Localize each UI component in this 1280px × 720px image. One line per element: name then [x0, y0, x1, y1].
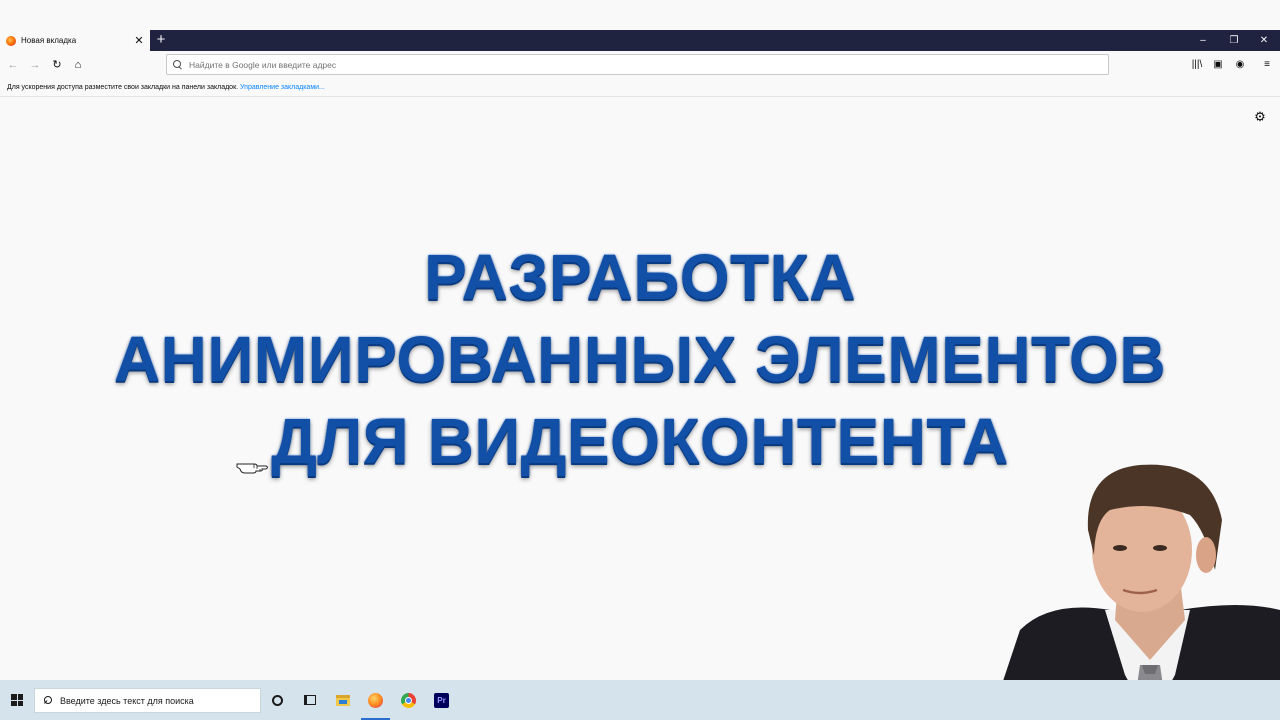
chrome-icon [401, 692, 416, 708]
url-input[interactable] [189, 59, 1108, 70]
task-view-button[interactable] [293, 680, 326, 720]
close-window-button[interactable]: ✕ [1249, 30, 1279, 51]
menu-button[interactable]: ≡ [1258, 56, 1276, 74]
page-headline: РАЗРАБОТКА АНИМИРОВАННЫХ ЭЛЕМЕНТОВ ДЛЯ В… [0, 236, 1280, 482]
start-button[interactable] [0, 680, 34, 720]
back-button[interactable]: ← [4, 56, 22, 74]
cortana-button[interactable] [261, 680, 294, 720]
manage-bookmarks-link[interactable]: Управление закладками... [240, 84, 325, 91]
url-bar[interactable] [166, 54, 1109, 75]
account-button[interactable]: ◉ [1231, 56, 1249, 74]
top-margin [0, 0, 1280, 30]
chrome-taskbar-button[interactable] [392, 680, 425, 720]
cortana-icon [272, 694, 283, 706]
reload-button[interactable]: ↻ [48, 56, 66, 74]
tab-new-tab[interactable]: Новая вкладка ✕ [0, 30, 150, 51]
file-explorer-button[interactable] [326, 680, 359, 720]
bookmarks-hint-text: Для ускорения доступа разместите свои за… [7, 84, 239, 91]
tab-close-icon[interactable]: ✕ [132, 34, 146, 48]
taskbar-search-input[interactable] [60, 695, 260, 706]
sidebar-button[interactable]: ▣ [1209, 56, 1227, 74]
search-icon [42, 695, 52, 706]
firefox-taskbar-button[interactable] [359, 680, 392, 720]
new-tab-button[interactable]: + [152, 31, 170, 49]
minimize-button[interactable]: – [1188, 30, 1218, 51]
screen: Новая вкладка ✕ + – ❐ ✕ ← → ↻ ⌂ |||\ ▣ ◉… [0, 0, 1280, 720]
headline-line-1: РАЗРАБОТКА [424, 241, 856, 313]
premiere-pro-icon: Pr [434, 692, 449, 708]
tab-title: Новая вкладка [21, 36, 77, 45]
library-button[interactable]: |||\ [1188, 56, 1206, 74]
windows-logo-icon [11, 694, 23, 706]
headline-line-2: АНИМИРОВАННЫХ ЭЛЕМЕНТОВ [113, 323, 1167, 395]
home-button[interactable]: ⌂ [69, 56, 87, 74]
bookmarks-toolbar: Для ускорения доступа разместите свои за… [0, 79, 1280, 97]
gear-icon[interactable]: ⚙ [1252, 109, 1268, 125]
navigation-toolbar: ← → ↻ ⌂ |||\ ▣ ◉ ≡ [0, 51, 1280, 79]
search-icon [173, 59, 183, 70]
hand-pointer-cursor-icon [236, 463, 268, 474]
taskbar-search-box[interactable] [34, 688, 261, 713]
firefox-icon [368, 692, 383, 708]
premiere-taskbar-button[interactable]: Pr [425, 680, 458, 720]
file-explorer-icon [335, 694, 350, 706]
forward-button[interactable]: → [26, 56, 44, 74]
tab-strip: Новая вкладка ✕ + – ❐ ✕ [0, 30, 1280, 51]
restore-button[interactable]: ❐ [1219, 30, 1249, 51]
windows-taskbar: Pr [0, 680, 1280, 720]
firefox-favicon-icon [6, 35, 16, 46]
task-view-icon [303, 695, 316, 705]
